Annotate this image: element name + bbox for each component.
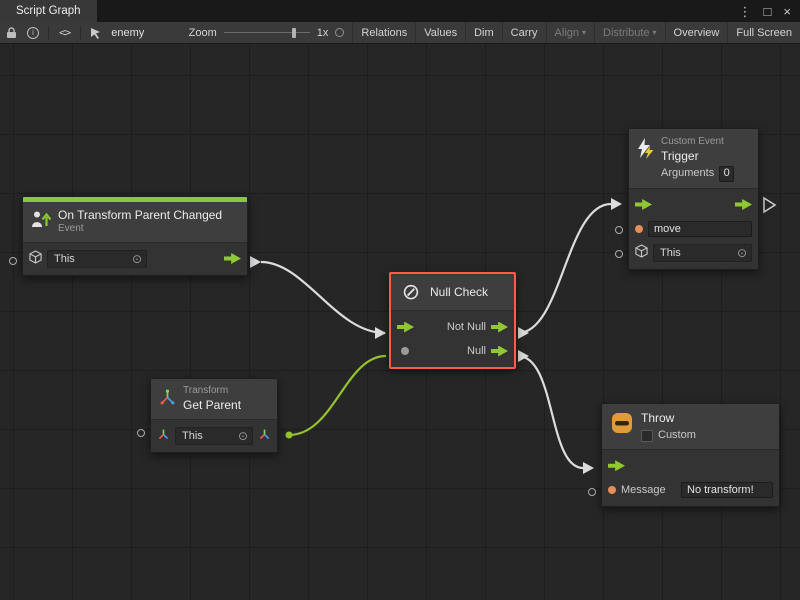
throw-exception-icon bbox=[610, 411, 634, 438]
node-trigger-custom-event[interactable]: Custom Event Trigger Arguments 0 move bbox=[628, 128, 759, 270]
zoom-slider-track bbox=[224, 32, 310, 33]
node-title: Throw bbox=[641, 411, 696, 426]
dim-button[interactable]: Dim bbox=[465, 22, 502, 43]
message-input-port[interactable] bbox=[588, 488, 596, 496]
target-input-port[interactable] bbox=[615, 250, 623, 258]
name-input-port[interactable] bbox=[615, 226, 623, 234]
object-picker-icon[interactable]: ⊙ bbox=[737, 247, 747, 259]
zoom-value: 1x bbox=[317, 27, 329, 39]
maximize-icon[interactable]: □ bbox=[764, 5, 772, 18]
full-screen-button[interactable]: Full Screen bbox=[727, 22, 800, 43]
object-picker-icon[interactable]: ⊙ bbox=[238, 430, 248, 442]
values-button[interactable]: Values bbox=[415, 22, 465, 43]
graph-pointer-icon bbox=[85, 22, 107, 44]
node-category: Custom Event bbox=[661, 136, 734, 149]
relations-button[interactable]: Relations bbox=[352, 22, 415, 43]
toolbar-buttons: Relations Values Dim Carry Align▾ Distri… bbox=[352, 22, 800, 43]
arguments-label: Arguments bbox=[661, 167, 714, 181]
this-input-port[interactable] bbox=[9, 257, 17, 265]
window-controls: ⋮ □ × bbox=[739, 0, 800, 22]
node-title: Null Check bbox=[430, 285, 488, 299]
node-title: Trigger bbox=[661, 149, 734, 164]
node-get-parent[interactable]: Transform Get Parent This ⊙ bbox=[150, 378, 278, 453]
zoom-slider[interactable] bbox=[224, 27, 310, 39]
close-icon[interactable]: × bbox=[783, 5, 791, 18]
arguments-field[interactable]: 0 bbox=[719, 166, 734, 182]
tab-script-graph[interactable]: Script Graph bbox=[0, 0, 97, 22]
null-check-icon: ⊘ bbox=[399, 280, 423, 304]
control-input-arrow-icon[interactable] bbox=[397, 322, 414, 333]
node-throw[interactable]: Throw Custom Message No transform! bbox=[601, 403, 780, 507]
control-input-arrow-icon[interactable] bbox=[608, 460, 625, 471]
control-output-arrow-icon[interactable] bbox=[735, 199, 752, 210]
tab-title: Script Graph bbox=[16, 5, 81, 17]
value-input-port[interactable] bbox=[401, 347, 409, 355]
this-dropdown[interactable]: This ⊙ bbox=[653, 244, 752, 262]
transform-port-icon bbox=[157, 428, 170, 444]
control-output-arrow-icon[interactable] bbox=[491, 346, 508, 357]
zoom-reset-icon[interactable] bbox=[335, 28, 344, 37]
node-title: Get Parent bbox=[183, 398, 241, 413]
overview-button[interactable]: Overview bbox=[665, 22, 728, 43]
graph-toolbar: i <> enemy Zoom 1x Relations Values Dim … bbox=[0, 22, 800, 44]
caret-down-icon: ▾ bbox=[582, 28, 586, 37]
string-value-port[interactable] bbox=[635, 225, 643, 233]
null-port-label: Null bbox=[467, 345, 486, 357]
gameobject-cube-icon bbox=[635, 244, 648, 261]
graph-name-label: enemy bbox=[111, 27, 144, 39]
node-on-transform-parent-changed[interactable]: On Transform Parent Changed Event This ⊙ bbox=[22, 196, 248, 276]
node-null-check[interactable]: ⊘ Null Check Not Null Null bbox=[389, 272, 516, 369]
zoom-label: Zoom bbox=[189, 27, 217, 39]
info-icon[interactable]: i bbox=[22, 22, 44, 44]
code-icon[interactable]: <> bbox=[53, 26, 76, 39]
align-button: Align▾ bbox=[546, 22, 594, 43]
this-dropdown[interactable]: This ⊙ bbox=[47, 250, 147, 268]
transform-output-port-icon[interactable] bbox=[258, 428, 271, 444]
this-dropdown[interactable]: This ⊙ bbox=[175, 427, 253, 445]
node-category: Transform bbox=[183, 385, 241, 398]
object-picker-icon[interactable]: ⊙ bbox=[132, 253, 142, 265]
script-graph-window: Script Graph ⋮ □ × i <> enemy Zoom 1x bbox=[0, 0, 800, 600]
node-title: On Transform Parent Changed bbox=[58, 208, 222, 223]
event-name-field[interactable]: move bbox=[648, 221, 752, 237]
custom-checkbox[interactable] bbox=[641, 430, 653, 442]
control-output-arrow-icon[interactable] bbox=[491, 322, 508, 333]
toolbar-separator bbox=[80, 26, 81, 40]
lock-icon[interactable] bbox=[0, 22, 22, 44]
custom-checkbox-label: Custom bbox=[658, 429, 696, 443]
custom-event-lightning-icon bbox=[637, 138, 654, 163]
control-input-arrow-icon[interactable] bbox=[635, 199, 652, 210]
toolbar-separator bbox=[48, 26, 49, 40]
tab-bar: Script Graph ⋮ □ × bbox=[0, 0, 800, 22]
distribute-button: Distribute▾ bbox=[594, 22, 664, 43]
node-subtitle: Event bbox=[58, 223, 222, 236]
zoom-slider-handle[interactable] bbox=[292, 28, 296, 38]
not-null-port-label: Not Null bbox=[447, 321, 486, 333]
message-field[interactable]: No transform! bbox=[681, 482, 773, 498]
this-input-port[interactable] bbox=[137, 429, 145, 437]
string-value-port[interactable] bbox=[608, 486, 616, 494]
transform-parent-changed-icon bbox=[31, 210, 51, 233]
carry-button[interactable]: Carry bbox=[502, 22, 546, 43]
message-label: Message bbox=[621, 484, 666, 496]
caret-down-icon: ▾ bbox=[653, 28, 657, 37]
kebab-menu-icon[interactable]: ⋮ bbox=[739, 5, 752, 18]
control-output-arrow-icon[interactable] bbox=[224, 253, 241, 264]
transform-icon bbox=[159, 389, 176, 409]
gameobject-cube-icon bbox=[29, 250, 42, 267]
